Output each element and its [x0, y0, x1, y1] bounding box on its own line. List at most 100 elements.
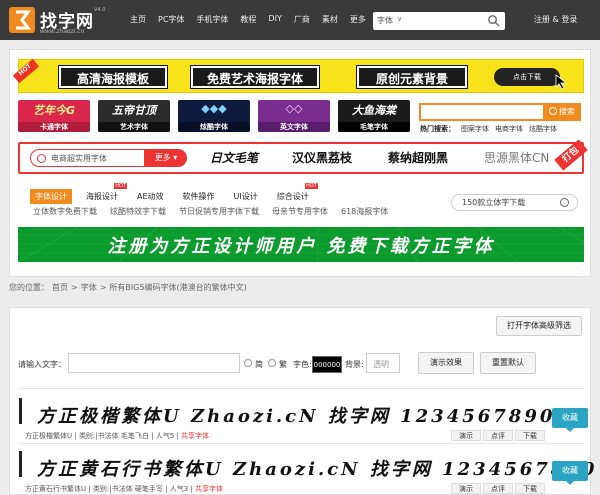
search-button-label: 搜索: [559, 107, 575, 116]
nav-item-diy[interactable]: DIY: [268, 14, 281, 28]
divider: [18, 443, 584, 444]
main-search-button[interactable]: 搜索: [543, 103, 581, 121]
hot-search: 热门搜索： 图案字体 电商字体 炫酷字体: [420, 124, 557, 134]
tile-art: 大鱼海棠: [352, 104, 396, 117]
download-action[interactable]: 下载: [515, 430, 545, 441]
nav-item-home[interactable]: 主页: [130, 14, 146, 28]
top-search-input[interactable]: 字体 ∨: [373, 12, 505, 30]
radio-traditional[interactable]: [268, 359, 276, 367]
site-logo[interactable]: 找字网 V4.0 www.zhaozi.cn: [8, 6, 118, 35]
sub-link[interactable]: 母亲节专用字体: [272, 206, 328, 217]
preview-text-input[interactable]: [68, 353, 240, 373]
tile-art-fonts[interactable]: 五帝甘顶 艺术字体: [98, 100, 170, 132]
tile-brush-fonts[interactable]: 大鱼海棠 毛笔字体: [338, 100, 410, 132]
tab-label: 字体设计: [35, 192, 67, 201]
font-link-japanese-brush[interactable]: 日文毛笔: [210, 149, 258, 166]
nav-item-vendors[interactable]: 厂商: [294, 14, 310, 28]
preview-button[interactable]: 演示效果: [418, 352, 474, 374]
preview-action[interactable]: 演示: [451, 430, 481, 441]
radio-traditional-label: 繁: [279, 360, 287, 369]
font-actions: 演示 点评 下载: [451, 483, 547, 494]
logo-mark-icon: [9, 7, 35, 33]
login-register-link[interactable]: 注册 & 登录: [534, 14, 577, 25]
banner-item-poster-templates[interactable]: 高清海报模板: [58, 65, 168, 89]
breadcrumb-sep: >: [99, 283, 107, 292]
sub-link[interactable]: 立体数字免费下载: [33, 206, 97, 217]
font-name[interactable]: 方正极楷繁体U: [25, 432, 72, 440]
comment-action[interactable]: 点评: [483, 483, 513, 494]
sub-link[interactable]: 炫酷特效字下载: [110, 206, 166, 217]
top-bar: 找字网 V4.0 www.zhaozi.cn 主页 PC字体 手机字体 教程 D…: [0, 0, 600, 40]
tab-ui-design[interactable]: UI设计: [229, 189, 263, 204]
comment-action[interactable]: 点评: [483, 430, 513, 441]
nav-item-materials[interactable]: 素材: [322, 14, 338, 28]
font-link-caina-bold[interactable]: 蔡纳超刚黑: [388, 149, 448, 166]
banner-item-free-art-fonts[interactable]: 免费艺术海报字体: [190, 65, 320, 89]
font-style: 硬笔手写: [134, 485, 163, 493]
search-icon[interactable]: [560, 198, 569, 207]
sub-link[interactable]: 618海报字体: [341, 206, 388, 217]
search-icon[interactable]: [487, 14, 500, 27]
chevron-down-icon: ∨: [397, 15, 403, 23]
font-license: 共享字体: [194, 485, 223, 493]
hot-search-item[interactable]: 炫酷字体: [529, 125, 557, 133]
radio-simplified[interactable]: [244, 359, 252, 367]
tile-label: 英文字体: [258, 122, 330, 132]
reset-button[interactable]: 重置默认: [480, 352, 536, 374]
font-sample[interactable]: 方正极楷繁体U Zhaozi.cN 找字网 1234567890: [37, 402, 555, 428]
nav-item-tutorials[interactable]: 教程: [240, 14, 256, 28]
hot-search-item[interactable]: 电商字体: [495, 125, 523, 133]
search-type-select[interactable]: 字体: [377, 15, 393, 26]
hot-search-item[interactable]: 图案字体: [461, 125, 489, 133]
hot-badge: HOT: [114, 183, 127, 189]
font-actions: 演示 点评 下载: [451, 430, 547, 441]
search-icon: [37, 154, 46, 163]
font-name[interactable]: 方正黄石行书繁体U: [25, 485, 86, 493]
main-nav: 主页 PC字体 手机字体 教程 DIY 厂商 素材 更多: [130, 14, 378, 28]
green-banner-text: 注册为方正设计师用户 免费下载方正字体: [107, 236, 495, 257]
tile-english-fonts[interactable]: ◇◇ 英文字体: [258, 100, 330, 132]
promo-banner[interactable]: HOT 高清海报模板 免费艺术海报字体 原创元素背景 点击下载: [12, 58, 584, 93]
breadcrumb-fonts[interactable]: 字体: [81, 283, 97, 292]
nav-item-pc-fonts[interactable]: PC字体: [158, 14, 184, 28]
search-icon: [549, 107, 557, 115]
pointer-cursor-icon: [555, 74, 568, 90]
nav-item-more[interactable]: 更多: [350, 14, 366, 28]
banner-download-button[interactable]: 点击下载: [494, 68, 560, 86]
banner-item-original-backgrounds[interactable]: 原创元素背景: [356, 65, 468, 89]
font-link-hanyi-lizhi[interactable]: 汉仪黑荔枝: [292, 149, 352, 166]
preview-action[interactable]: 演示: [451, 483, 481, 494]
hot-search-title: 热门搜索：: [420, 125, 455, 133]
download-action[interactable]: 下载: [515, 483, 545, 494]
font-more-button[interactable]: 更多 ▾: [145, 149, 187, 167]
font-license: 共享字体: [180, 432, 209, 440]
text-color-picker[interactable]: 000000: [312, 356, 342, 373]
background-color-input[interactable]: 透明: [366, 353, 400, 373]
tile-art: 艺年今G: [32, 104, 76, 117]
tab-ae-motion[interactable]: AE动效: [132, 189, 169, 204]
tile-cartoon-fonts[interactable]: 艺年今G 卡通字体: [18, 100, 90, 132]
tab-general-design[interactable]: 综合设计 HOT: [272, 183, 318, 204]
divider: [18, 388, 584, 389]
favorite-button[interactable]: 收藏: [552, 461, 588, 485]
tab-font-design[interactable]: 字体设计: [30, 189, 72, 204]
tutorial-search-placeholder: 150款立体字下载: [462, 198, 526, 207]
font-category: 类别:|书法体: [78, 432, 119, 440]
font-search-input[interactable]: 电商超实用字体: [30, 149, 145, 167]
tab-poster-design[interactable]: 海报设计 HOT: [81, 183, 127, 204]
nav-item-mobile-fonts[interactable]: 手机字体: [196, 14, 228, 28]
logo-url: www.zhaozi.cn: [40, 28, 85, 35]
font-link-siyuan-heiti[interactable]: 思源黑体CN: [484, 149, 549, 166]
breadcrumb-home[interactable]: 首页: [52, 283, 68, 292]
tile-label: 毛笔字体: [338, 122, 410, 132]
main-search-input[interactable]: [419, 103, 545, 121]
tab-software[interactable]: 软件操作: [178, 189, 220, 204]
font-sample[interactable]: 方正黄石行书繁体U Zhaozi.cN 找字网 1234567890: [37, 455, 597, 481]
tile-label: 艺术字体: [98, 122, 170, 132]
favorite-button[interactable]: 收藏: [552, 408, 588, 432]
founder-register-banner[interactable]: 注册为方正设计师用户 免费下载方正字体: [18, 227, 584, 262]
advanced-filter-button[interactable]: 打开字体高级筛选: [496, 316, 582, 336]
tutorial-search-input[interactable]: 150款立体字下载: [451, 194, 578, 211]
sub-link[interactable]: 节日促销专用字体下载: [179, 206, 259, 217]
tile-cool-fonts[interactable]: ◆◆◆ 炫酷字体: [178, 100, 250, 132]
